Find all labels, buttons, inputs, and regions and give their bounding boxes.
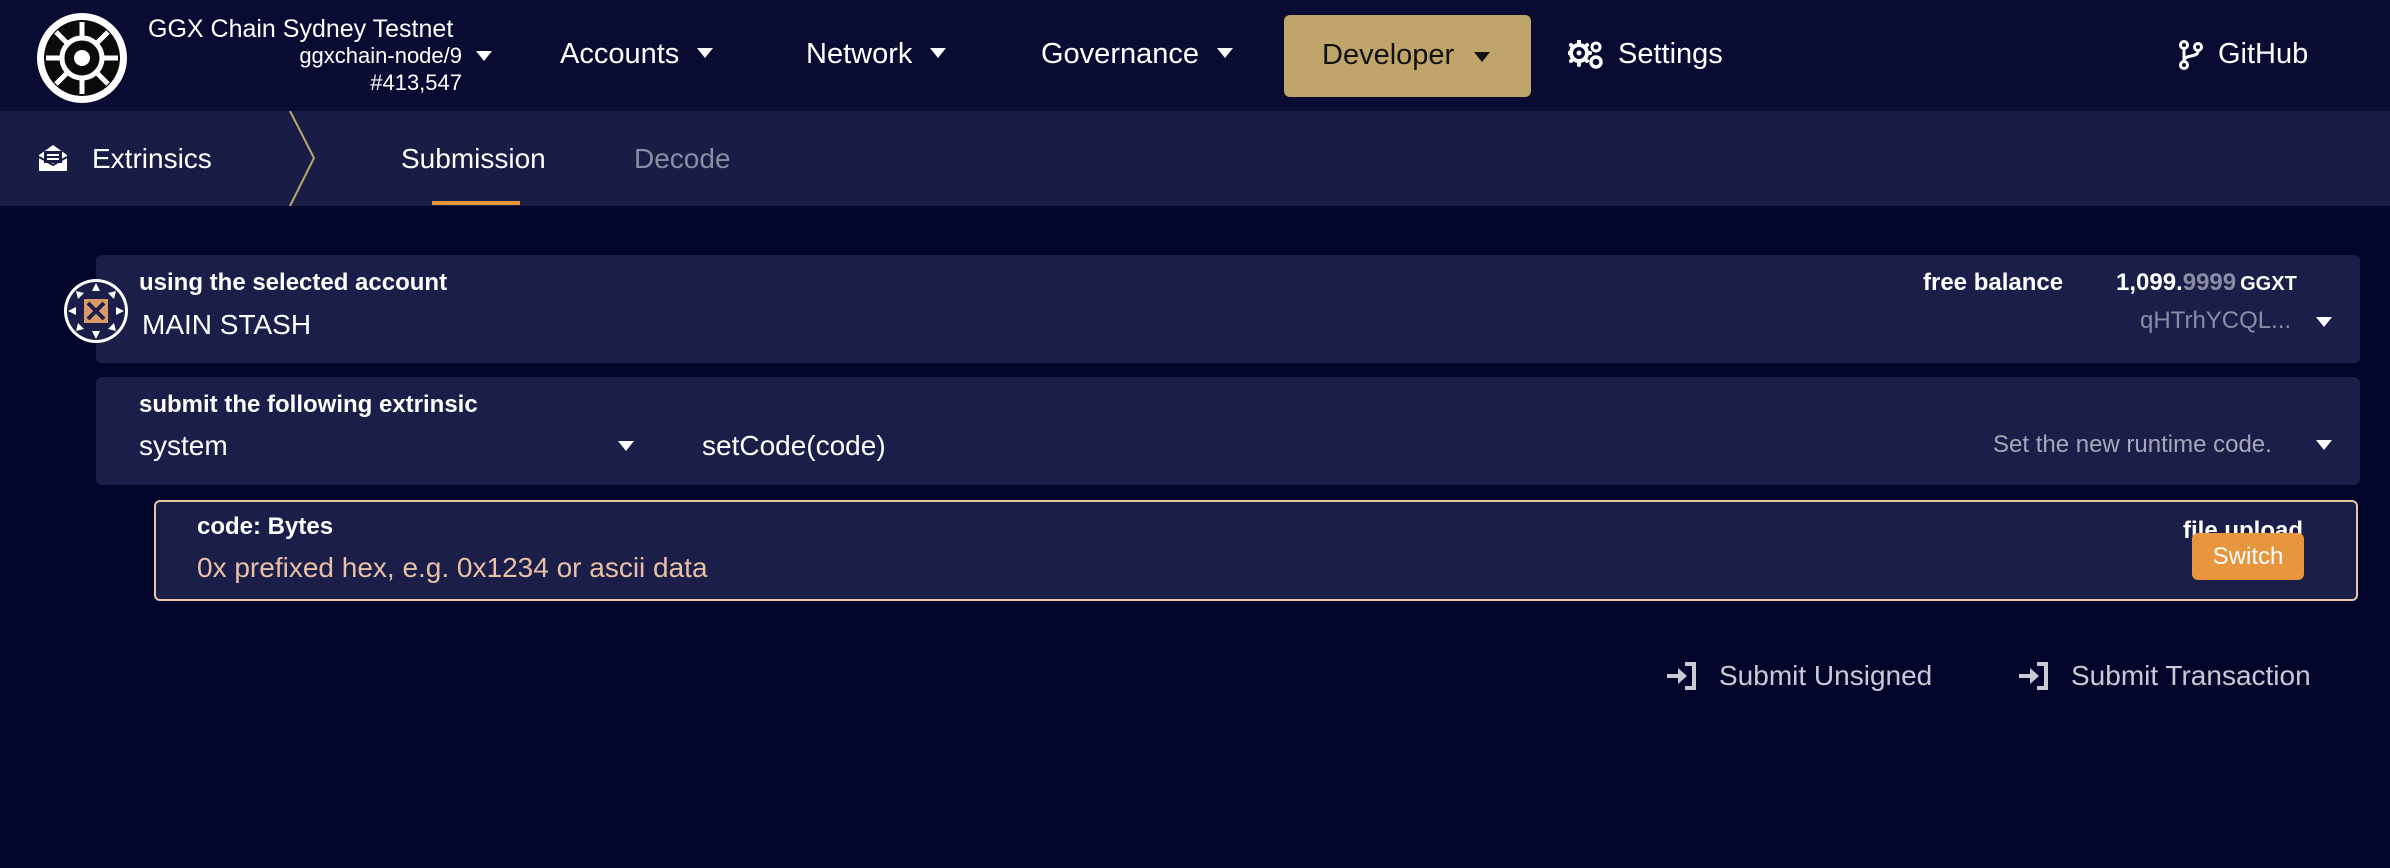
sign-in-icon [1667,662,1696,690]
chain-name[interactable]: GGX Chain Sydney Testnet [148,14,453,44]
block-number: #413,547 [370,70,462,95]
nav-governance[interactable]: Governance [1041,34,1233,74]
balance-unit: GGXT [2240,273,2297,295]
account-avatar [62,277,130,345]
nav-accounts[interactable]: Accounts [560,34,714,74]
code-input[interactable]: 0x prefixed hex, e.g. 0x1234 or ascii da… [197,550,708,586]
account-name[interactable]: MAIN STASH [142,308,311,342]
nav-network-label: Network [806,38,913,70]
free-balance-label: free balance [1923,269,2064,296]
section-select[interactable]: system [139,429,228,463]
sign-in-icon [2019,662,2048,690]
balance-decimals: 9999 [2182,269,2237,296]
node-version[interactable]: ggxchain-node/9 [299,42,462,70]
account-label: using the selected account [139,269,448,296]
chevron-down-icon[interactable] [2316,440,2332,450]
tab-submission[interactable]: Submission [401,141,546,177]
chevron-down-icon[interactable] [476,51,492,61]
page-title-label: Extrinsics [92,143,212,174]
method-description: Set the new runtime code. [1993,431,2272,458]
chevron-down-icon[interactable] [2316,317,2332,327]
nav-accounts-label: Accounts [560,38,680,70]
balance-integer: 1,099. [2116,269,2183,296]
nav-github-label: GitHub [2218,38,2309,70]
chevron-down-icon[interactable] [618,441,634,451]
code-branch-icon [2179,40,2203,70]
nav-developer-label: Developer [1322,39,1455,71]
method-select[interactable]: setCode(code) [702,429,886,463]
active-tab-indicator [432,201,520,205]
nav-governance-label: Governance [1041,38,1199,70]
gear-icon [1568,40,1603,69]
chevron-down-icon [1217,48,1233,59]
code-param-label: code: Bytes [197,513,334,540]
account-address[interactable]: qHTrhYCQL... [2140,306,2291,336]
submit-transaction-label: Submit Transaction [2071,660,2311,691]
tab-decode[interactable]: Decode [634,141,731,177]
submit-unsigned-label: Submit Unsigned [1719,660,1933,691]
envelope-open-icon [38,145,68,171]
chevron-down-icon [1474,52,1490,62]
chain-logo-icon[interactable] [36,12,128,104]
nav-network[interactable]: Network [806,34,947,74]
extrinsic-label: submit the following extrinsic [139,391,478,418]
free-balance-value: 1,099.9999 GGXT [2116,268,2297,299]
switch-button[interactable]: Switch [2192,533,2304,580]
chevron-down-icon [930,48,947,59]
nav-developer[interactable]: Developer [1284,15,1531,97]
sub-navbar: Extrinsics Submission Decode [0,111,2390,206]
chevron-down-icon [697,48,714,59]
nav-settings-label: Settings [1618,38,1723,70]
top-navbar: GGX Chain Sydney Testnet ggxchain-node/9… [0,0,2390,111]
breadcrumb-separator [289,111,316,206]
